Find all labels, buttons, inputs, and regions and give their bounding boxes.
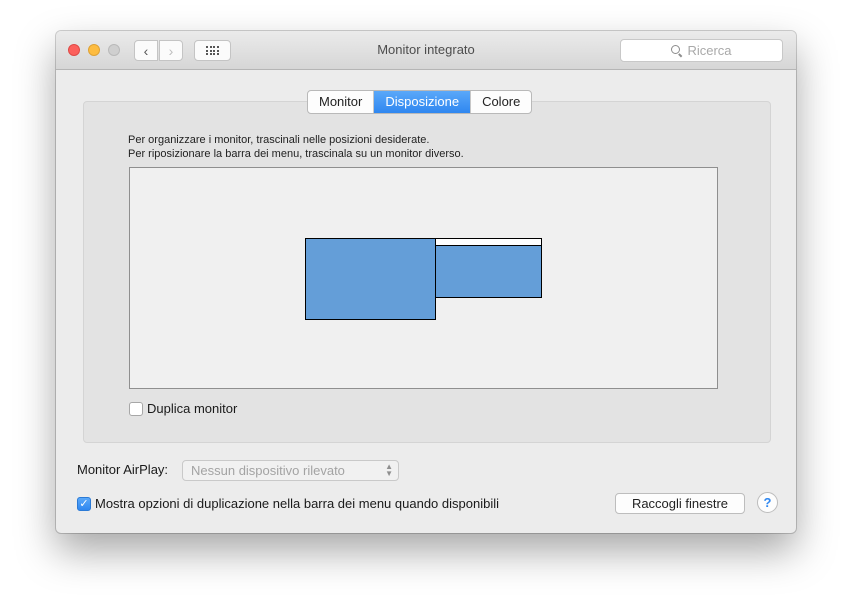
display-arrangement-area[interactable] <box>129 167 718 389</box>
tab-colore[interactable]: Colore <box>471 91 531 113</box>
tab-monitor[interactable]: Monitor <box>308 91 375 113</box>
title-bar: ‹ › Monitor integrato Ricerca <box>56 31 796 70</box>
search-icon <box>671 45 682 56</box>
updown-chevron-icon: ▲ ▼ <box>385 462 393 478</box>
checkmark-icon: ✓ <box>79 498 89 510</box>
instruction-text-menubar: Per riposizionare la barra dei menu, tra… <box>128 148 464 160</box>
help-button[interactable]: ? <box>757 492 778 513</box>
tab-disposizione[interactable]: Disposizione <box>374 91 472 113</box>
mirroring-menu-label: Mostra opzioni di duplicazione nella bar… <box>95 496 499 511</box>
mirroring-menu-checkbox[interactable]: ✓ <box>77 497 91 511</box>
mirror-displays-label: Duplica monitor <box>147 401 238 416</box>
search-placeholder: Ricerca <box>687 43 732 58</box>
gather-windows-button[interactable]: Raccogli finestre <box>615 493 745 514</box>
mirror-displays-checkbox[interactable] <box>129 402 143 416</box>
search-input[interactable]: Ricerca <box>620 39 783 62</box>
airplay-label: Monitor AirPlay: <box>77 462 169 477</box>
tab-bar: Monitor Disposizione Colore <box>307 90 533 114</box>
airplay-select[interactable]: Nessun dispositivo rilevato ▲ ▼ <box>182 460 399 481</box>
display-secondary[interactable] <box>435 238 542 298</box>
preferences-window: ‹ › Monitor integrato Ricerca Monitor Di… <box>56 31 796 533</box>
airplay-selected-value: Nessun dispositivo rilevato <box>191 463 345 478</box>
menu-bar-indicator[interactable] <box>436 239 541 246</box>
instruction-text: Per organizzare i monitor, trascinali ne… <box>128 134 430 146</box>
display-main[interactable] <box>305 238 436 320</box>
